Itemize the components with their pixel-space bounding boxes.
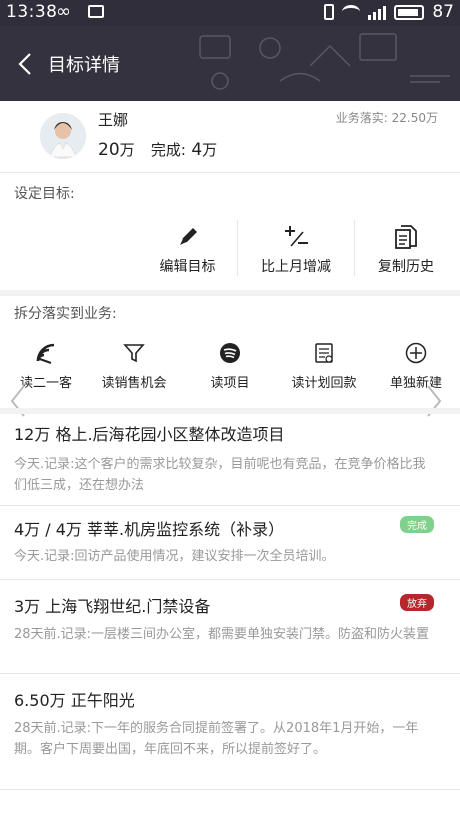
- rss-icon: [36, 343, 55, 364]
- record-note: 今天.记录:回访产品使用情况，建议安排一次全员培训。: [14, 549, 335, 564]
- record-note: 28天前.记录:下一年的服务合同提前签署了。从2018年1月开始，一年期。客户下…: [14, 721, 419, 757]
- battery-level: 87: [432, 2, 454, 22]
- pencil-icon: [179, 228, 197, 245]
- vibrate-icon: [324, 4, 335, 20]
- completed-unit: 万: [202, 141, 218, 159]
- compare-last-month-button[interactable]: 比上月增减: [240, 216, 352, 282]
- page-title: 目标详情: [48, 55, 120, 76]
- record-title: 6.50万 正午阳光: [14, 691, 135, 710]
- header-bar: 目标详情: [0, 26, 460, 101]
- read-customer-button[interactable]: 读二一客: [0, 336, 92, 391]
- list-item[interactable]: 3万 上海飞翔世纪.门禁设备 放弃 28天前.记录:一层楼三间办公室，都需要单独…: [0, 580, 460, 674]
- business-amount: 业务落实: 22.50万: [335, 111, 438, 125]
- list-item[interactable]: 6.50万 正午阳光 28天前.记录:下一年的服务合同提前签署了。从2018年1…: [0, 674, 460, 790]
- read-opportunity-button[interactable]: 读销售机会: [88, 336, 180, 391]
- edit-target-button[interactable]: 编辑目标: [140, 216, 235, 282]
- set-target-label: 设定目标:: [14, 186, 75, 202]
- status-badge: 完成: [400, 516, 434, 533]
- section-divider: [0, 290, 460, 296]
- image-icon: [88, 5, 104, 18]
- read-opportunity-label: 读销售机会: [101, 376, 167, 391]
- status-icons: 87: [324, 2, 454, 22]
- copy-history-button[interactable]: 复制历史: [356, 216, 456, 282]
- filter-icon: [123, 344, 145, 363]
- status-bar: 13:38 ∞ 87: [0, 0, 460, 26]
- report-icon: [315, 343, 333, 363]
- read-project-button[interactable]: 读项目: [184, 336, 276, 391]
- record-title: 12万 格上.后海花园小区整体改造项目: [14, 425, 285, 444]
- clock: 13:38: [6, 2, 58, 22]
- spotify-icon: [220, 343, 240, 363]
- status-badge: 放弃: [400, 594, 434, 611]
- avatar: [40, 113, 86, 159]
- target-summary: 20万 完成: 4万: [98, 139, 217, 160]
- list-item[interactable]: 12万 格上.后海花园小区整体改造项目 今天.记录:这个客户的需求比较复杂，目前…: [0, 414, 460, 506]
- target-unit: 万: [119, 141, 135, 159]
- target-value: 20: [98, 140, 120, 160]
- header-doodle-icon: [199, 33, 450, 90]
- record-note: 28天前.记录:一层楼三间办公室，都需要单独安装门禁。防盗和防火装置: [14, 627, 430, 642]
- plus-circle-icon: [405, 342, 427, 364]
- battery-icon: [394, 4, 425, 20]
- person-icon: [40, 113, 86, 159]
- divider: [354, 220, 355, 276]
- edit-target-label: 编辑目标: [159, 259, 216, 275]
- signal-icon: [368, 4, 387, 20]
- completed-value: 4: [191, 140, 203, 160]
- split-label: 拆分落实到业务:: [14, 306, 117, 322]
- plus-minus-icon: [285, 226, 308, 247]
- compare-last-month-label: 比上月增减: [261, 259, 331, 275]
- create-new-button[interactable]: 单独新建: [372, 336, 460, 391]
- business-shortcuts: 读二一客 读销售机会 读项目 读计划回款 单独新建: [0, 336, 460, 406]
- list-item[interactable]: 4万 / 4万 莘莘.机房监控系统（补录） 完成 今天.记录:回访产品使用情况，…: [0, 506, 460, 580]
- target-actions: 编辑目标 比上月增减 复制历史: [0, 216, 460, 282]
- completed-label: 完成:: [150, 141, 186, 159]
- read-payment-plan-label: 读计划回款: [291, 376, 357, 391]
- record-note: 今天.记录:这个客户的需求比较复杂，目前呢也有竞品，在竞争价格比我们低三成，还在…: [14, 457, 426, 493]
- divider: [237, 220, 238, 276]
- profile-card: 王娜 20万 完成: 4万 业务落实: 22.50万: [0, 101, 460, 173]
- user-name: 王娜: [98, 111, 129, 129]
- infinity-icon: ∞: [56, 1, 71, 22]
- record-title: 4万 / 4万 莘莘.机房监控系统（补录）: [14, 520, 285, 539]
- back-button[interactable]: [14, 50, 38, 78]
- read-payment-plan-button[interactable]: 读计划回款: [277, 336, 371, 391]
- wifi-icon: [342, 5, 361, 19]
- read-project-label: 读项目: [210, 376, 250, 391]
- record-title: 3万 上海飞翔世纪.门禁设备: [14, 597, 211, 616]
- copy-icon: [395, 225, 417, 249]
- copy-history-label: 复制历史: [378, 259, 434, 275]
